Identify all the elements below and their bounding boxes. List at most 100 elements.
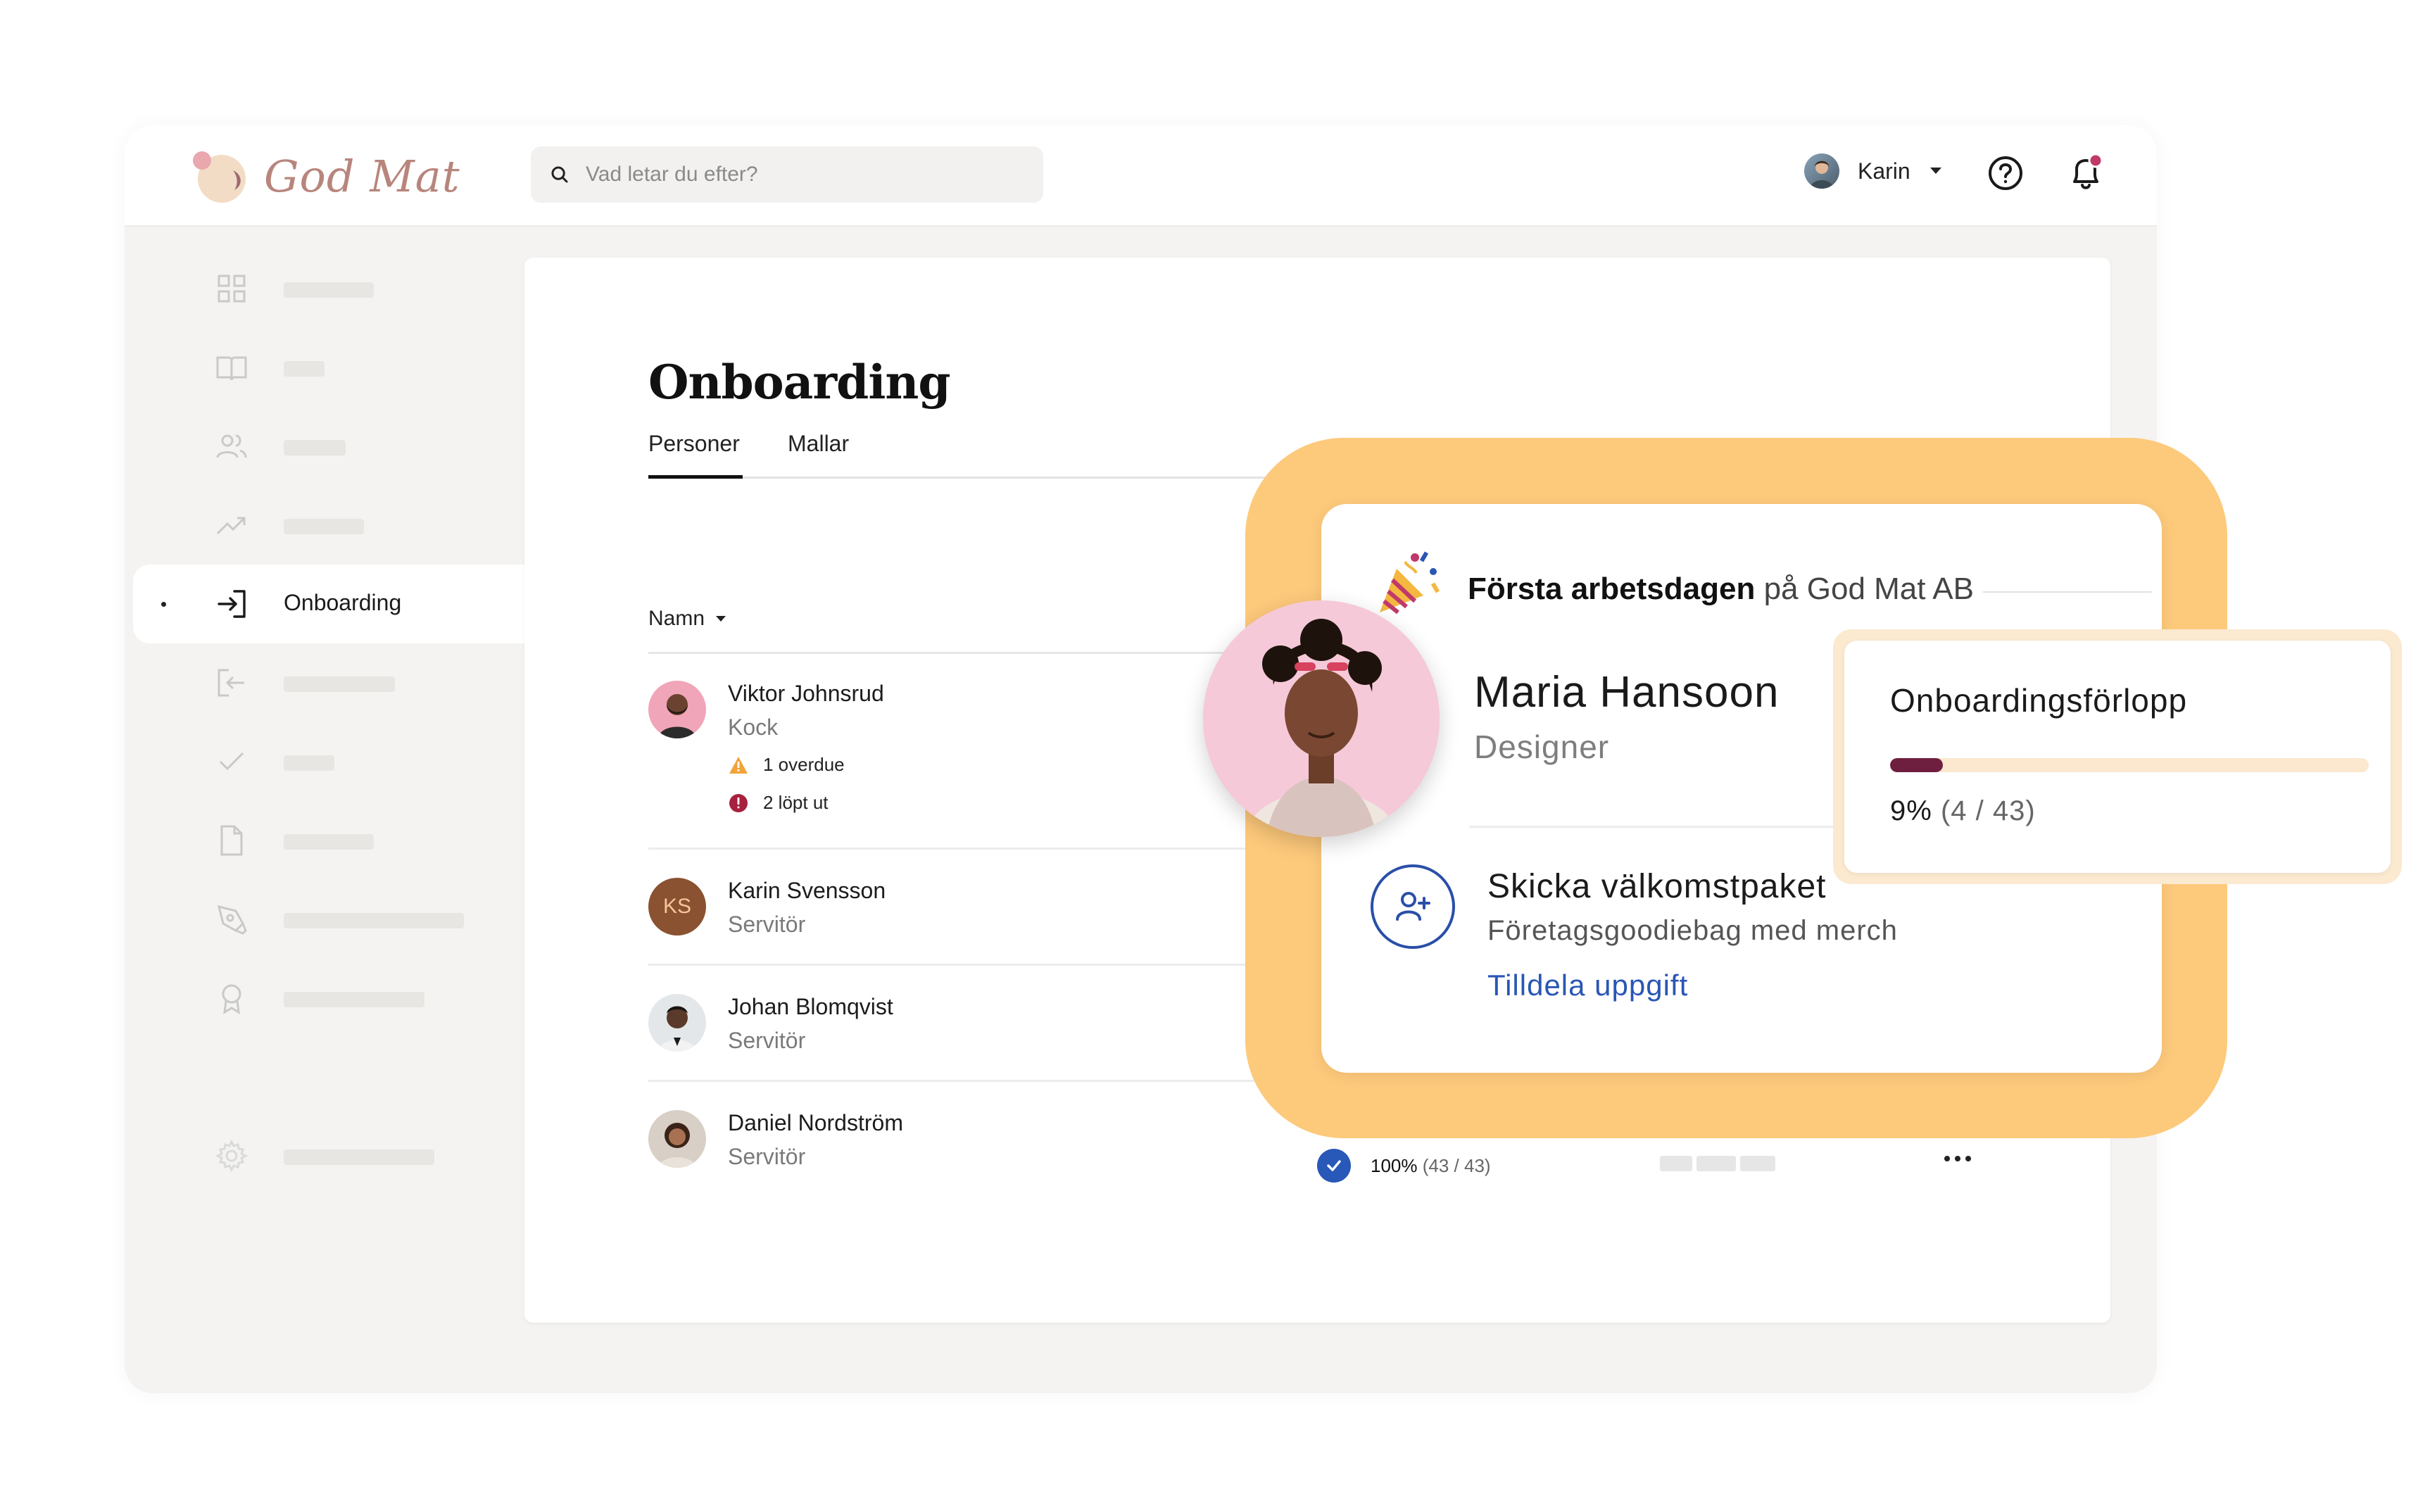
sidebar-label-placeholder [284, 361, 325, 377]
sidebar-item-label: Onboarding [284, 590, 402, 615]
caret-down-icon [716, 616, 726, 622]
expired-text: 2 löpt ut [763, 792, 829, 813]
top-bar: God Mat Karin [125, 125, 2157, 227]
sidebar-item-people[interactable] [133, 407, 524, 486]
more-options-icon[interactable] [1944, 1156, 1971, 1161]
help-icon[interactable] [1987, 155, 2024, 191]
row-progress-count: (43 / 43) [1422, 1154, 1491, 1176]
event-title-rest: på God Mat AB [1763, 572, 1974, 606]
sidebar-label-placeholder [284, 440, 346, 455]
avatar [648, 681, 706, 738]
trending-icon [216, 517, 246, 535]
gear-icon [215, 1139, 248, 1173]
person-name: Daniel Nordström [728, 1110, 903, 1135]
search-input[interactable] [586, 163, 1008, 187]
row-progress-text: 100% (43 / 43) [1371, 1155, 1491, 1177]
sidebar-item-design[interactable] [133, 880, 524, 959]
sidebar-item-documents[interactable] [133, 801, 524, 880]
logo-mark-icon [193, 151, 246, 203]
avatar: KS [648, 878, 706, 935]
tab-personer[interactable]: Personer [648, 429, 743, 479]
sidebar: Onboarding [125, 228, 524, 1393]
sidebar-item-analytics[interactable] [133, 486, 524, 565]
column-header-name[interactable]: Namn [648, 607, 727, 631]
sidebar-label-placeholder [284, 913, 464, 928]
assign-task-link[interactable]: Tilldela uppgift [1487, 969, 1688, 1002]
caret-down-icon[interactable] [1929, 166, 1943, 176]
expired-status: 2 löpt ut [728, 792, 829, 814]
search-icon [551, 166, 568, 183]
progress-pct: 9% [1890, 795, 1932, 826]
onboarding-progress-card: Onboardingsförlopp 9% (4 / 43) [1833, 629, 2402, 884]
task-subtitle: Företagsgoodiebag med merch [1487, 915, 1898, 946]
sidebar-item-offboarding[interactable] [133, 643, 524, 722]
sidebar-label-placeholder [284, 834, 374, 850]
progress-title: Onboardingsförlopp [1890, 682, 2188, 719]
progress-bar-fill [1890, 758, 1943, 772]
bell-icon[interactable] [2066, 153, 2105, 193]
new-hire-photo [1203, 600, 1440, 837]
user-name: Karin [1858, 158, 1910, 184]
row-progress: 100% (43 / 43) [1317, 1149, 1491, 1183]
sidebar-item-onboarding[interactable]: Onboarding [133, 565, 524, 643]
row-placeholder [1660, 1156, 1775, 1171]
person-name: Johan Blomqvist [728, 994, 893, 1019]
users-icon [216, 434, 247, 458]
task-title: Skicka välkomstpaket [1487, 868, 1827, 905]
avatar [1804, 153, 1839, 189]
search-box[interactable] [531, 146, 1043, 203]
table-row[interactable]: Daniel Nordström Servitör [648, 1082, 1324, 1198]
event-title: Första arbetsdagen på God Mat AB [1468, 572, 1974, 607]
page-title: Onboarding [648, 355, 951, 410]
person-name: Viktor Johnsrud [728, 681, 884, 706]
overdue-status: 1 overdue [728, 754, 845, 776]
overdue-text: 1 overdue [763, 754, 845, 775]
sidebar-label-placeholder [284, 676, 395, 692]
person-role: Servitör [728, 1144, 806, 1169]
avatar [648, 994, 706, 1052]
sidebar-label-placeholder [284, 1149, 434, 1165]
tab-mallar[interactable]: Mallar [788, 429, 849, 479]
progress-text: 9% (4 / 43) [1890, 795, 2036, 827]
document-icon [220, 825, 243, 856]
row-progress-pct: 100% [1371, 1154, 1418, 1176]
party-popper-icon [1380, 551, 1440, 615]
sign-out-icon [218, 669, 244, 697]
add-user-icon [1371, 864, 1455, 949]
person-role: Servitör [728, 912, 806, 937]
grid-icon [218, 275, 246, 303]
sign-in-icon [218, 590, 246, 618]
new-hire-role: Designer [1474, 729, 1610, 765]
new-hire-name: Maria Hansoon [1474, 668, 1780, 717]
progress-panel: Onboardingsförlopp 9% (4 / 43) [1844, 641, 2391, 873]
sidebar-item-dashboard[interactable] [133, 249, 524, 328]
title-rule [1983, 591, 2152, 593]
brand-name: God Mat [264, 150, 460, 202]
check-icon [219, 752, 244, 771]
table-row[interactable]: KS Karin Svensson Servitör [648, 850, 1324, 966]
sidebar-item-library[interactable] [133, 328, 524, 407]
event-title-bold: Första arbetsdagen [1468, 572, 1756, 606]
sidebar-item-achievements[interactable] [133, 959, 524, 1038]
warning-icon [729, 756, 748, 774]
person-name: Karin Svensson [728, 878, 886, 903]
logo[interactable]: God Mat [189, 146, 460, 206]
tab-bar: Personer Mallar [648, 429, 1352, 479]
progress-count: (4 / 43) [1940, 795, 2036, 826]
person-role: Servitör [728, 1028, 806, 1053]
error-icon [729, 793, 748, 812]
active-dot [161, 602, 166, 607]
sidebar-label-placeholder [284, 755, 334, 771]
user-menu[interactable]: Karin [1804, 153, 1943, 189]
pen-tool-icon [217, 905, 247, 935]
avatar [648, 1110, 706, 1168]
sidebar-label-placeholder [284, 282, 374, 298]
sidebar-item-tasks[interactable] [133, 722, 524, 801]
sidebar-item-settings[interactable] [133, 1116, 524, 1195]
book-icon [216, 356, 247, 381]
award-icon [222, 984, 241, 1014]
progress-bar [1890, 758, 2369, 772]
table-row[interactable]: Johan Blomqvist Servitör [648, 966, 1324, 1082]
person-role: Kock [728, 714, 779, 740]
sidebar-label-placeholder [284, 519, 364, 534]
